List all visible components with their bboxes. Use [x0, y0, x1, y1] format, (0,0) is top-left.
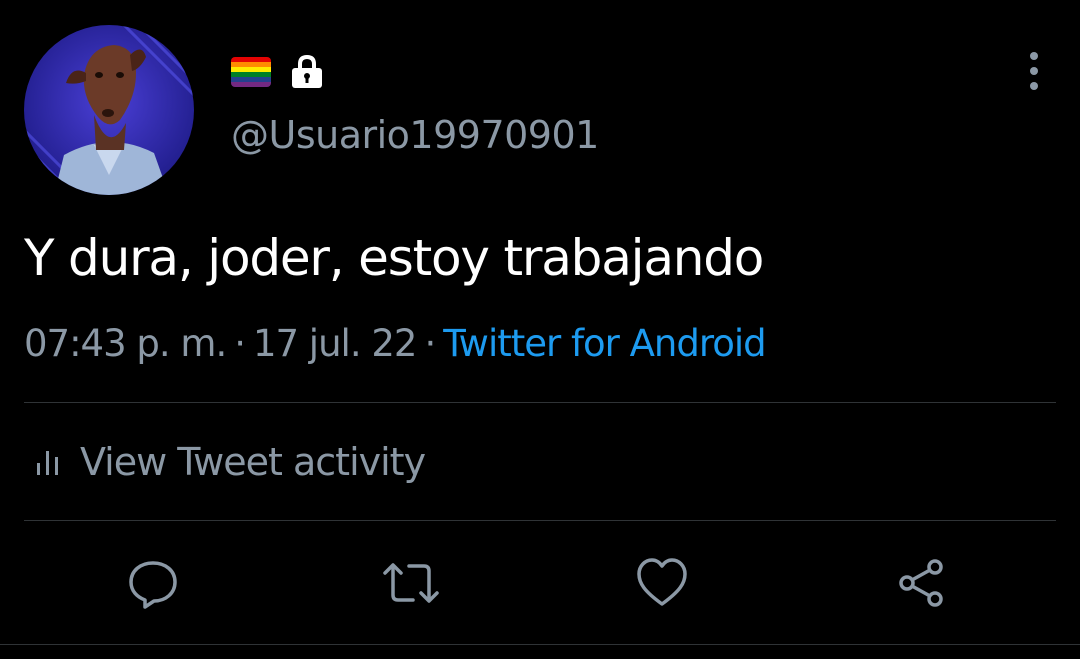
divider — [24, 402, 1056, 403]
view-tweet-activity-button[interactable]: View Tweet activity — [34, 438, 426, 486]
tweet-text: Y dura, joder, estoy trabajando — [24, 229, 764, 287]
meta-separator: · — [234, 322, 246, 365]
like-button[interactable] — [636, 557, 688, 609]
author-handle[interactable]: @Usuario19970901 — [231, 112, 599, 158]
more-options-icon[interactable] — [1018, 48, 1050, 94]
tweet-time: 07:43 p. m. — [24, 322, 227, 365]
author-name-row[interactable] — [231, 55, 325, 89]
share-icon — [899, 559, 943, 607]
retweet-icon — [383, 563, 439, 603]
share-button[interactable] — [895, 557, 947, 609]
tweet-date: 17 jul. 22 — [252, 322, 417, 365]
rainbow-flag-icon — [231, 57, 271, 87]
tweet-source-link[interactable]: Twitter for Android — [443, 322, 766, 365]
bar-chart-icon — [37, 451, 58, 475]
lock-icon — [292, 55, 322, 88]
heart-icon — [637, 558, 687, 606]
retweet-button[interactable] — [381, 557, 439, 609]
meta-separator: · — [424, 322, 436, 365]
avatar-image — [24, 25, 194, 195]
divider — [0, 644, 1080, 645]
tweet-meta: 07:43 p. m. · 17 jul. 22 · Twitter for Andro… — [24, 321, 767, 367]
view-tweet-activity-label: View Tweet activity — [80, 440, 426, 484]
divider — [24, 520, 1056, 521]
avatar[interactable] — [24, 25, 194, 195]
reply-bubble-icon — [129, 561, 177, 609]
reply-button[interactable] — [127, 557, 179, 609]
